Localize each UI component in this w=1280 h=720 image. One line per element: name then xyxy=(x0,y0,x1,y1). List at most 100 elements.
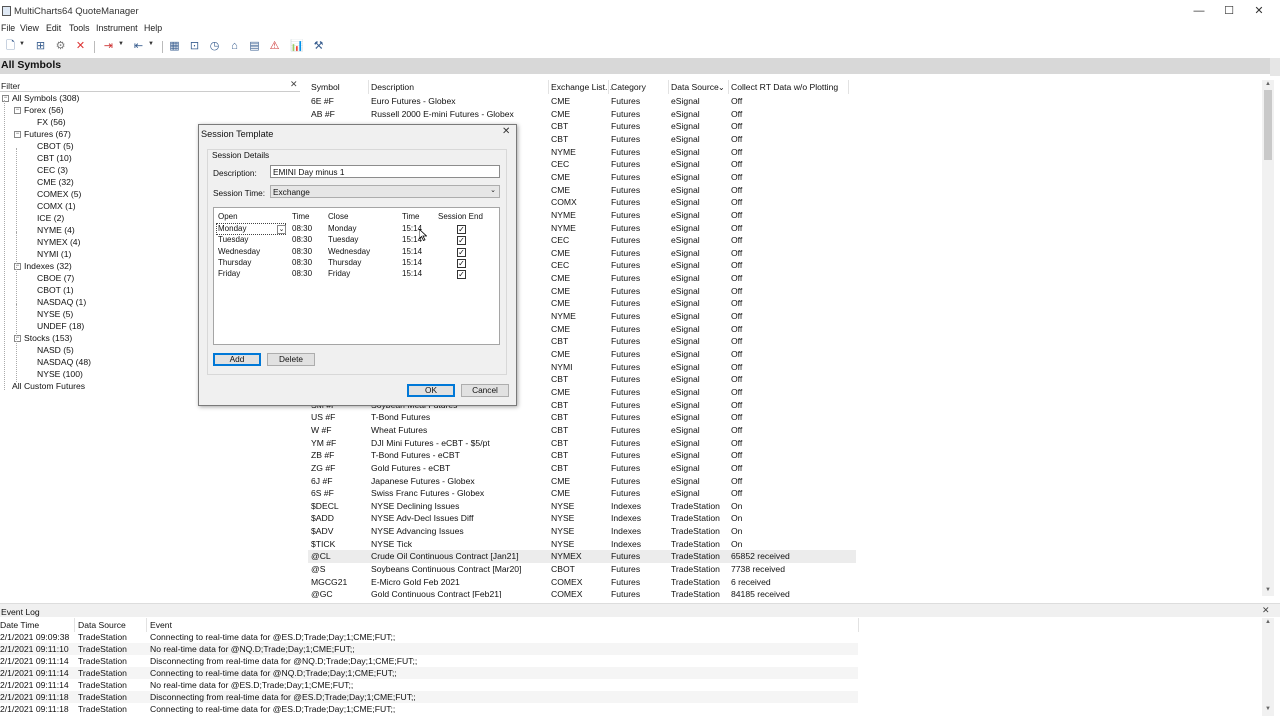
column-header-data-source[interactable]: Data Source xyxy=(78,620,126,630)
session-close-day[interactable]: Wednesday xyxy=(328,247,370,256)
log-row[interactable]: 2/1/2021 09:11:14 TradeStation Connecting … xyxy=(0,667,858,679)
session-close-day[interactable]: Friday xyxy=(328,269,350,278)
table-row[interactable]: @CL Crude Oil Continuous Contract [Jan21]… xyxy=(308,550,856,564)
scroll-down-icon[interactable]: ▼ xyxy=(1265,706,1271,712)
exchange-icon[interactable]: ⌂ xyxy=(228,40,241,53)
session-end-checkbox[interactable]: ✓ xyxy=(457,270,466,280)
session-open-day[interactable]: Thursday xyxy=(218,258,251,267)
tree-item[interactable]: NYSE (100) xyxy=(37,369,83,379)
tree-collapse-icon[interactable]: − xyxy=(14,107,21,114)
session-open-time[interactable]: 08:30 xyxy=(292,235,312,244)
event-log-scrollbar[interactable]: ▲ ▼ xyxy=(1262,618,1274,716)
delete-button[interactable]: Delete xyxy=(267,353,315,366)
column-separator[interactable] xyxy=(548,80,549,94)
column-header-category[interactable]: Category xyxy=(611,82,646,92)
session-open-time[interactable]: 08:30 xyxy=(292,258,312,267)
tree-item[interactable]: NYMEX (4) xyxy=(37,237,80,247)
table-row[interactable]: US #F T-Bond Futures CBT Futures eSignal Off xyxy=(308,411,856,424)
session-close-time[interactable]: 15:14 xyxy=(402,269,422,278)
tree-item[interactable]: NASD (5) xyxy=(37,345,74,355)
session-close-time[interactable]: 15:14 xyxy=(402,258,422,267)
table-row[interactable]: $TICK NYSE Tick NYSE Indexes TradeStation On xyxy=(308,538,856,551)
column-separator[interactable] xyxy=(368,80,369,94)
table-row[interactable]: $ADV NYSE Advancing Issues NYSE Indexes Trad… xyxy=(308,525,856,538)
add-button[interactable]: Add xyxy=(213,353,261,366)
tree-item[interactable]: NYMI (1) xyxy=(37,249,71,259)
ok-button[interactable]: OK xyxy=(407,384,455,397)
table-row[interactable]: YM #F DJI Mini Futures - eCBT - $5/pt CBT F… xyxy=(308,437,856,450)
column-separator[interactable] xyxy=(848,80,849,94)
tree-item[interactable]: CBOT (1) xyxy=(37,285,74,295)
tree-item[interactable]: Forex (56) xyxy=(24,105,64,115)
tree-item[interactable]: Futures (67) xyxy=(24,129,71,139)
scroll-up-icon[interactable]: ▲ xyxy=(1265,619,1271,625)
delete-icon[interactable]: ✕ xyxy=(74,40,87,53)
column-header-description[interactable]: Description xyxy=(371,82,414,92)
close-window-button[interactable]: ✕ xyxy=(1244,3,1274,19)
close-icon[interactable]: ✕ xyxy=(290,79,298,90)
sort-down-icon[interactable]: ⌄ xyxy=(718,83,725,92)
tree-item[interactable]: ICE (2) xyxy=(37,213,64,223)
log-row[interactable]: 2/1/2021 09:11:14 TradeStation No real-tim… xyxy=(0,679,858,691)
import-icon[interactable]: ⇥ xyxy=(102,40,115,53)
chevron-down-icon[interactable]: ▼ xyxy=(148,41,154,47)
description-input[interactable]: EMINI Day minus 1 xyxy=(270,165,500,178)
table-row[interactable]: ZB #F T-Bond Futures - eCBT CBT Futures eSig… xyxy=(308,449,856,462)
gear-icon[interactable]: ⚙ xyxy=(54,40,67,53)
tree-item[interactable]: All Symbols (308) xyxy=(12,93,79,103)
column-header-symbol[interactable]: Symbol xyxy=(311,82,340,92)
session-open-day[interactable]: Friday xyxy=(218,269,240,278)
title-bar[interactable]: MultiCharts64 QuoteManager — ☐ ✕ xyxy=(0,0,1280,22)
session-open-day[interactable]: Monday xyxy=(218,224,246,233)
menu-instrument[interactable]: Instrument xyxy=(96,23,138,33)
header-scrollbar[interactable] xyxy=(1270,58,1280,76)
column-header-date-time[interactable]: Date Time xyxy=(0,620,39,630)
session-time-select[interactable]: Exchange ⌄ xyxy=(270,185,500,198)
tree-item[interactable]: UNDEF (18) xyxy=(37,321,84,331)
tree-item[interactable]: COMX (1) xyxy=(37,201,76,211)
tree-item[interactable]: CEC (3) xyxy=(37,165,68,175)
menu-file[interactable]: File xyxy=(1,23,15,33)
session-close-day[interactable]: Monday xyxy=(328,224,356,233)
export-icon[interactable]: ⇤ xyxy=(132,40,145,53)
table-row[interactable]: ZG #F Gold Futures - eCBT CBT Futures eSigna… xyxy=(308,462,856,475)
close-icon[interactable]: ✕ xyxy=(502,126,510,137)
grid-icon[interactable]: ▤ xyxy=(248,40,261,53)
tree-collapse-icon[interactable]: − xyxy=(14,131,21,138)
session-icon[interactable]: ⊡ xyxy=(188,40,201,53)
column-separator[interactable] xyxy=(668,80,669,94)
table-row[interactable]: 6E #F Euro Futures - Globex CME Futures eSig… xyxy=(308,95,856,108)
new-icon[interactable]: 🗋 xyxy=(4,40,17,53)
session-end-checkbox[interactable]: ✓ xyxy=(457,225,466,234)
table-row[interactable]: $ADD NYSE Adv-Decl Issues Diff NYSE Indexes… xyxy=(308,512,856,525)
menu-edit[interactable]: Edit xyxy=(46,23,61,33)
scrollbar-thumb[interactable] xyxy=(1264,90,1272,160)
table-row[interactable]: 6J #F Japanese Futures - Globex CME Futures… xyxy=(308,475,856,488)
session-close-day[interactable]: Tuesday xyxy=(328,235,358,244)
table-row[interactable]: 6S #F Swiss Franc Futures - Globex CME Futu… xyxy=(308,487,856,500)
tree-item[interactable]: NASDAQ (48) xyxy=(37,357,91,367)
menu-tools[interactable]: Tools xyxy=(69,23,90,33)
column-separator[interactable] xyxy=(858,618,859,632)
column-separator[interactable] xyxy=(728,80,729,94)
session-end-checkbox[interactable]: ✓ xyxy=(457,236,466,246)
chevron-down-icon[interactable]: ▼ xyxy=(19,41,25,47)
tree-item[interactable]: NYME (4) xyxy=(37,225,75,235)
scroll-up-icon[interactable]: ▲ xyxy=(1265,81,1271,87)
grid-vertical-scrollbar[interactable]: ▲ ▼ xyxy=(1262,80,1274,596)
menu-help[interactable]: Help xyxy=(144,23,162,33)
tree-item[interactable]: CBOE (7) xyxy=(37,273,74,283)
tree-item[interactable]: NASDAQ (1) xyxy=(37,297,86,307)
tree-item[interactable]: All Custom Futures xyxy=(12,381,85,391)
log-row[interactable]: 2/1/2021 09:11:14 TradeStation Disconnecti… xyxy=(0,655,858,667)
tree-item[interactable]: Indexes (32) xyxy=(24,261,72,271)
log-row[interactable]: 2/1/2021 09:11:18 TradeStation Disconnecti… xyxy=(0,691,858,703)
column-separator[interactable] xyxy=(146,618,147,632)
table-row[interactable]: MGCG21 E-Micro Gold Feb 2021 COMEX Futures T… xyxy=(308,576,856,589)
table-row[interactable]: @GC Gold Continuous Contract [Feb21] COMEX… xyxy=(308,588,856,598)
session-close-day[interactable]: Thursday xyxy=(328,258,361,267)
clock-icon[interactable]: ◷ xyxy=(208,40,221,53)
cancel-button[interactable]: Cancel xyxy=(461,384,509,397)
table-row[interactable]: AB #F Russell 2000 E-mini Futures - Globe… xyxy=(308,108,856,121)
tree-item[interactable]: COMEX (5) xyxy=(37,189,81,199)
